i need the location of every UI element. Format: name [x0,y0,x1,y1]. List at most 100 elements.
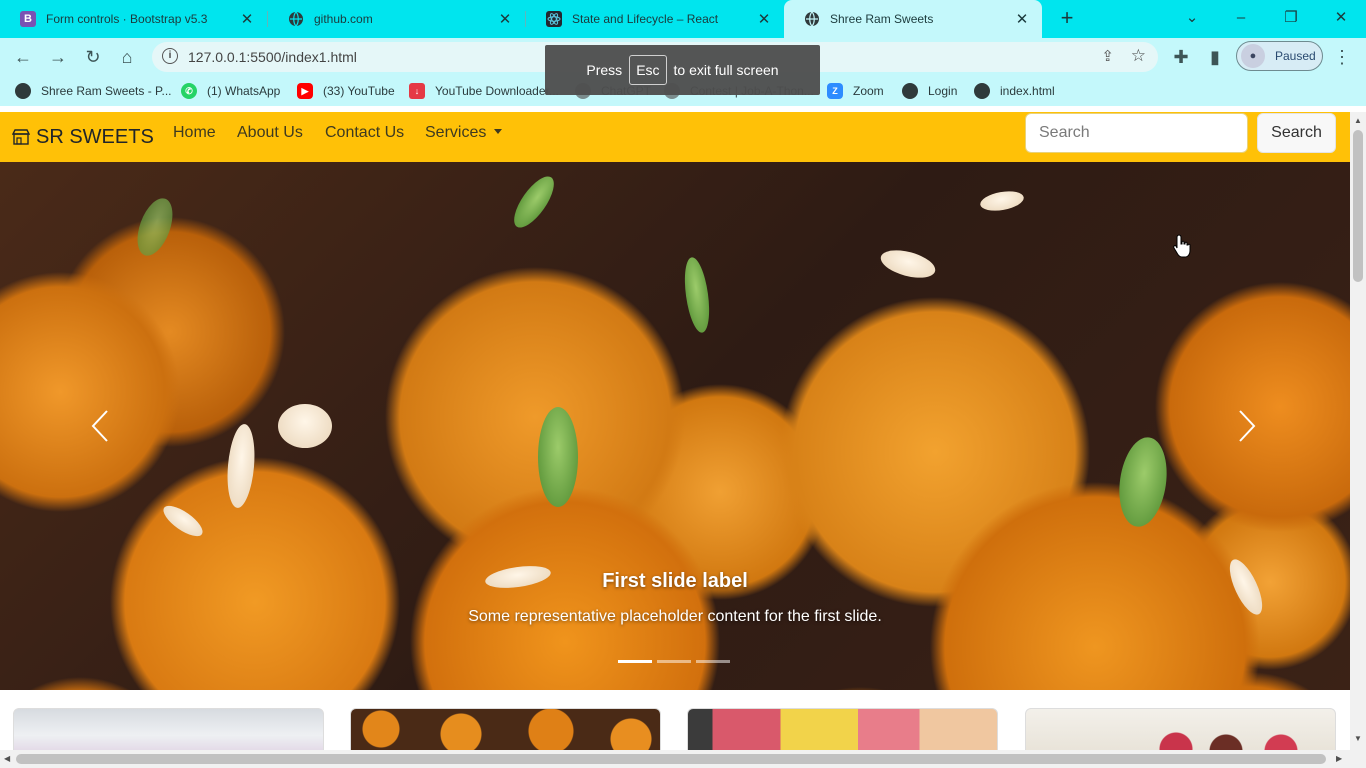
vertical-scrollbar[interactable]: ▲ ▼ [1350,112,1366,753]
whatsapp-icon: ✆ [181,83,197,99]
scrollbar-thumb[interactable] [16,754,1326,764]
carousel-caption-title: First slide label [602,570,748,592]
product-card-image[interactable] [1025,708,1336,754]
home-icon[interactable]: ⌂ [115,45,139,69]
bookmark-label: Zoom [853,84,884,98]
product-cards-row [0,690,1350,754]
globe-icon [804,11,820,27]
services-label: Services [425,124,487,141]
close-icon[interactable]: ✕ [1014,10,1030,28]
tab-title: State and Lifecycle – React [572,12,719,26]
almond-decoration [877,245,939,283]
share-icon[interactable]: ⇪ [1101,47,1114,65]
carousel-indicator-3[interactable] [696,660,730,663]
site-navbar: SR SWEETS Home About Us Contact Us Servi… [0,112,1350,162]
chevron-right-icon [1239,410,1256,442]
youtube-icon: ▶ [297,83,313,99]
bootstrap-icon: B [20,11,36,27]
hero-carousel: First slide label Some representative pl… [0,162,1350,690]
globe-icon [974,83,990,99]
hand-pointer-cursor-icon [1173,234,1191,258]
url-text[interactable]: 127.0.0.1:5500/index1.html [188,42,357,72]
bookmark-item[interactable]: ↓ YouTube Downloader... [409,76,559,106]
chevron-left-icon [91,410,108,442]
brand-logo-link[interactable]: SR SWEETS [12,112,154,162]
avatar: ● [1241,44,1265,68]
pistachio-decoration [680,255,714,335]
tab-react[interactable]: State and Lifecycle – React ✕ [526,0,784,38]
product-card-image[interactable] [13,708,324,754]
almond-decoration [978,188,1026,214]
bookmark-label: Login [928,84,958,98]
bookmark-item[interactable]: Shree Ram Sweets - P... [15,76,172,106]
info-icon[interactable]: i [162,48,178,64]
browser-tab-strip: B Form controls · Bootstrap v5.3 ✕ githu… [0,0,1366,38]
globe-icon [288,11,304,27]
bookmark-item[interactable]: index.html [974,76,1055,106]
tab-shree-ram-sweets[interactable]: Shree Ram Sweets ✕ [784,0,1042,38]
minimize-icon[interactable]: – [1229,6,1253,30]
bookmark-item[interactable]: ✆ (1) WhatsApp [181,76,280,106]
zoom-icon: Z [827,83,843,99]
close-icon[interactable]: ✕ [239,10,255,28]
bookmark-item[interactable]: Z Zoom [827,76,884,106]
close-icon[interactable]: ✕ [756,10,772,28]
reload-icon[interactable]: ↻ [81,45,105,69]
scroll-up-arrow-icon[interactable]: ▲ [1354,116,1362,125]
forward-arrow-icon[interactable]: → [46,45,70,69]
pistachio-decoration [1113,434,1173,530]
close-icon[interactable]: ✕ [497,10,513,28]
bookmark-star-icon[interactable]: ☆ [1131,46,1146,66]
side-panel-icon[interactable]: ▮ [1203,45,1227,69]
scroll-down-arrow-icon[interactable]: ▼ [1354,734,1362,743]
bookmark-item[interactable]: ▶ (33) YouTube [297,76,395,106]
horizontal-scrollbar[interactable]: ◀ ▶ [0,750,1366,768]
scrollbar-thumb[interactable] [1353,130,1363,282]
esc-key-badge: Esc [629,55,667,85]
brand-name: SR SWEETS [36,125,154,148]
more-menu-icon[interactable]: ⋮ [1330,45,1354,69]
product-card-image[interactable] [687,708,998,754]
almond-decoration [278,404,332,448]
carousel-indicator-2[interactable] [657,660,691,663]
scroll-left-arrow-icon[interactable]: ◀ [4,754,10,763]
almond-decoration [224,423,258,509]
caret-down-icon [494,129,503,134]
window-close-icon[interactable]: ✕ [1329,6,1353,30]
extensions-puzzle-icon[interactable]: ✚ [1169,45,1193,69]
bookmark-label: YouTube Downloader... [435,84,559,98]
search-button[interactable]: Search [1257,113,1336,153]
carousel-slide-image [506,170,562,234]
globe-icon [15,83,31,99]
tab-bootstrap[interactable]: B Form controls · Bootstrap v5.3 ✕ [0,0,267,38]
notice-text-after: to exit full screen [673,62,779,78]
notice-text-before: Press [586,62,623,78]
restore-icon[interactable]: ❐ [1279,6,1303,30]
download-icon: ↓ [409,83,425,99]
bookmark-item[interactable]: Login [902,76,957,106]
bookmark-label: (1) WhatsApp [207,84,281,98]
tab-github[interactable]: github.com ✕ [268,0,525,38]
nav-about-link[interactable]: About Us [237,112,303,162]
new-tab-plus-icon[interactable]: + [1056,7,1078,29]
carousel-indicator-1[interactable] [618,660,652,663]
profile-status-label: Paused [1275,49,1316,63]
nav-contact-link[interactable]: Contact Us [325,112,404,162]
react-icon [546,11,562,27]
scroll-right-arrow-icon[interactable]: ▶ [1336,754,1342,763]
back-arrow-icon[interactable]: ← [11,45,35,69]
product-card-image[interactable] [350,708,661,754]
shop-icon [12,129,30,145]
nav-services-dropdown[interactable]: Services [425,112,503,162]
bookmark-label: index.html [1000,84,1055,98]
carousel-indicators [618,660,735,663]
bookmark-label: (33) YouTube [323,84,395,98]
chevron-down-icon[interactable]: ⌄ [1180,6,1204,30]
bookmark-label: Shree Ram Sweets - P... [41,84,172,98]
globe-icon [902,83,918,99]
tab-title: Form controls · Bootstrap v5.3 [46,12,208,26]
nav-home-link[interactable]: Home [173,112,216,162]
search-input[interactable] [1025,113,1248,153]
fullscreen-exit-notice: Press Esc to exit full screen [545,45,820,95]
profile-button[interactable]: ● Paused [1236,41,1323,71]
